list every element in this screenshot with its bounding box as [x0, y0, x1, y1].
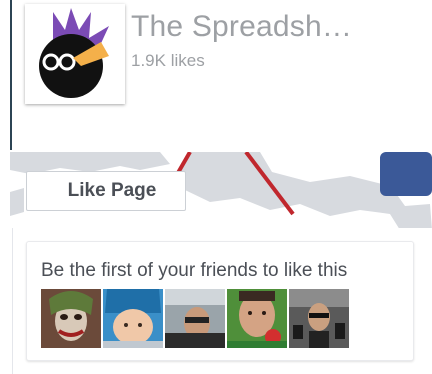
like-page-button[interactable]: Like Page: [26, 171, 186, 211]
friends-card: Be the first of your friends to like thi…: [26, 241, 414, 361]
facebook-page-plugin: The Spreadsh… 1.9K likes Like Page Be th…: [0, 0, 432, 374]
car-selfie-photo: [165, 289, 225, 348]
like-count: 1.9K likes: [131, 51, 205, 70]
cover-edge: [10, 0, 12, 150]
like-page-label: Like Page: [67, 180, 157, 201]
spreadsheet-guru-logo: [29, 8, 121, 100]
page-avatar[interactable]: [25, 4, 125, 104]
friend-avatar-5[interactable]: [289, 289, 349, 348]
man-portrait-photo: [227, 289, 287, 348]
friend-avatar-2[interactable]: [103, 289, 163, 348]
friends-prompt: Be the first of your friends to like thi…: [41, 260, 348, 281]
friend-faces: [41, 289, 349, 348]
friend-avatar-1[interactable]: [41, 289, 101, 348]
joker-photo: [41, 289, 101, 348]
press-photo: [289, 289, 349, 348]
friend-avatar-4[interactable]: [227, 289, 287, 348]
page-title[interactable]: The Spreadsh…: [131, 10, 352, 44]
friend-avatar-3[interactable]: [165, 289, 225, 348]
baby-photo: [103, 289, 163, 348]
